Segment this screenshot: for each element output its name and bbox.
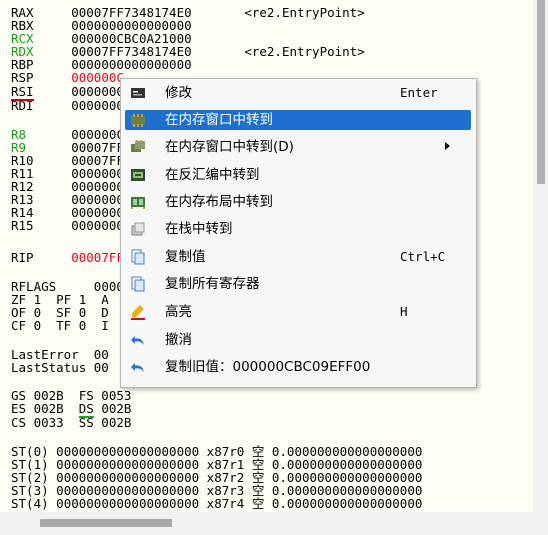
memory-map-icon [130, 194, 146, 210]
register-row-rsp[interactable]: RSP 000000C [11, 71, 124, 85]
menu-item-goto-memory-map[interactable]: 在内存布局中转到 [125, 192, 471, 212]
edit-icon [130, 85, 146, 101]
menu-item-modify[interactable]: 修改 Enter [125, 83, 471, 103]
horizontal-scrollbar[interactable] [0, 512, 533, 535]
menu-item-highlight[interactable]: 高亮 H [125, 302, 471, 322]
copy-all-icon [130, 276, 146, 292]
context-menu: 修改 Enter 在内存窗口中转到 在内存窗口中转到(D) 在反汇编中转到 在内… [120, 78, 477, 388]
scrollbar-corner [533, 512, 548, 535]
copy-icon [130, 249, 146, 265]
stack-icon [130, 221, 146, 237]
undo-icon [130, 332, 146, 348]
menu-item-copy-all-registers[interactable]: 复制所有寄存器 [125, 274, 471, 294]
last-status-row[interactable]: LastStatus 00 [11, 361, 109, 375]
copy-old-icon [130, 359, 146, 375]
register-row-rdi[interactable]: RDI 0000000 [11, 99, 124, 113]
menu-item-goto-disassembly[interactable]: 在反汇编中转到 [125, 165, 471, 185]
highlight-icon [130, 304, 146, 320]
dump-multi-icon [130, 139, 146, 155]
vertical-scroll-thumb[interactable] [537, 0, 545, 184]
disassembly-icon [130, 167, 146, 183]
vertical-scrollbar[interactable] [533, 0, 548, 512]
menu-item-goto-stack[interactable]: 在栈中转到 [125, 219, 471, 239]
fpu-row-st4[interactable]: ST(4) 0000000000000000000 x87r4 空 0.0000… [11, 497, 422, 511]
menu-item-undo[interactable]: 撤消 [125, 330, 471, 350]
menu-item-goto-dump[interactable]: 在内存窗口中转到 [125, 110, 471, 130]
register-row-rsi[interactable]: RSI 0000000 [11, 84, 124, 101]
menu-item-copy-value[interactable]: 复制值 Ctrl+C [125, 247, 471, 267]
dump-icon [130, 112, 146, 128]
menu-item-copy-old-value[interactable]: 复制旧值：000000CBC09EFF00 [125, 357, 471, 377]
segment-row-cs[interactable]: CS 0033 SS 002B [11, 416, 131, 430]
horizontal-scroll-thumb[interactable] [40, 519, 172, 527]
register-row-r15[interactable]: R15 0000000 [11, 219, 124, 233]
flags-line-3[interactable]: CF 0 TF 0 I [11, 319, 109, 333]
register-row-rip[interactable]: RIP 00007FF [11, 251, 124, 265]
menu-item-goto-dump-submenu[interactable]: 在内存窗口中转到(D) [125, 137, 471, 157]
segment-row-es[interactable]: ES 002B DS 002B [11, 401, 131, 418]
submenu-arrow-icon [445, 142, 450, 150]
